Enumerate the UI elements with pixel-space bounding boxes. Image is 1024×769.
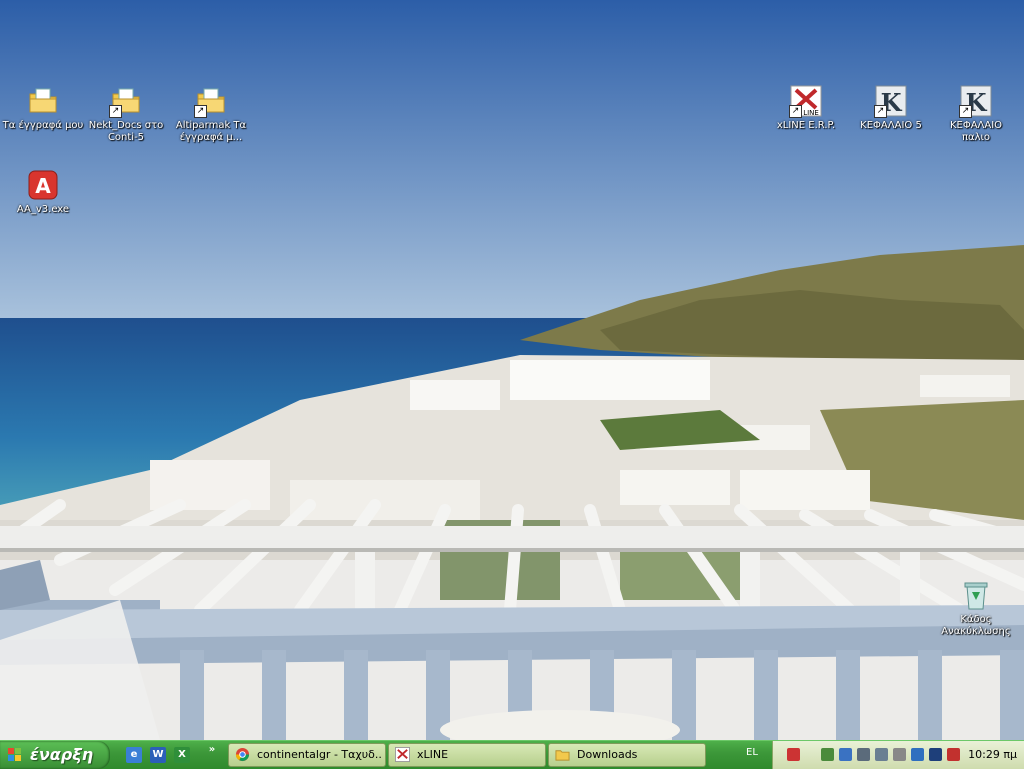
power-tray-icon[interactable]	[893, 748, 906, 761]
speaker-tray-icon[interactable]	[875, 748, 888, 761]
task-downloads-folder[interactable]: Downloads	[548, 743, 706, 767]
desktop-icon-label: Altiparmak Τα έγγραφά μ...	[175, 120, 247, 143]
update-tray-icon[interactable]	[911, 748, 924, 761]
aa-v3-exe-icon-item[interactable]: A AA_v3.exe	[0, 168, 86, 216]
taskbar: έναρξη e W X » continentalgr - Ταχυδ... …	[0, 740, 1024, 769]
excel-quicklaunch-icon[interactable]: X	[174, 747, 190, 763]
network-tray-icon[interactable]	[787, 748, 800, 761]
shortcut-arrow-icon: ↗	[789, 105, 802, 118]
shortcut-arrow-icon: ↗	[194, 105, 207, 118]
shortcut-arrow-icon: ↗	[959, 105, 972, 118]
start-label: έναρξη	[30, 745, 94, 764]
clock[interactable]: 10:29 πμ	[968, 748, 1017, 761]
desktop-icon-label: AA_v3.exe	[16, 204, 70, 215]
xline-icon	[395, 747, 410, 762]
task-label: continentalgr - Ταχυδ...	[257, 748, 381, 761]
kefalaio-5-shortcut[interactable]: K ↗ ΚΕΦΑΛΑΙΟ 5	[848, 84, 934, 132]
antivirus-tray-icon[interactable]	[929, 748, 942, 761]
network-folder-icon: ↗	[109, 84, 143, 118]
recycle-bin-icon	[959, 578, 993, 612]
ie-quicklaunch-icon[interactable]: e	[126, 747, 142, 763]
desktop-icon-label: xLINE E.R.P.	[776, 120, 836, 131]
altiparmak-docs-shortcut[interactable]: ↗ Altiparmak Τα έγγραφά μ...	[168, 84, 254, 144]
task-xline[interactable]: xLINE	[388, 743, 546, 767]
kefalaio-palio-shortcut[interactable]: K ↗ ΚΕΦΑΛΑΙΟ παλιο	[933, 84, 1019, 144]
network-folder-icon: ↗	[194, 84, 228, 118]
my-documents-icon-item[interactable]: Τα έγγραφά μου	[0, 84, 86, 132]
shortcut-arrow-icon: ↗	[109, 105, 122, 118]
word-quicklaunch-icon[interactable]: W	[150, 747, 166, 763]
windows-logo-icon	[8, 748, 22, 762]
svg-text:A: A	[35, 174, 51, 198]
svg-text:LINE: LINE	[803, 109, 819, 117]
desktop-icon-label: ΚΕΦΑΛΑΙΟ παλιο	[949, 120, 1003, 143]
desktop[interactable]: Τα έγγραφά μου ↗ Nekt_Docs στο Conti-5 ↗…	[0, 0, 1024, 740]
start-button[interactable]: έναρξη	[0, 741, 110, 769]
nekt-docs-shortcut[interactable]: ↗ Nekt_Docs στο Conti-5	[83, 84, 169, 144]
desktop-icon-label: Nekt_Docs στο Conti-5	[88, 120, 164, 143]
xline-icon: LINE ↗	[789, 84, 823, 118]
system-tray: 10:29 πμ	[772, 741, 1024, 769]
shield-tray-icon[interactable]	[947, 748, 960, 761]
security-tray-icon[interactable]	[857, 748, 870, 761]
desktop-icon-label: Τα έγγραφά μου	[2, 120, 84, 131]
language-indicator[interactable]: EL	[746, 747, 758, 758]
kefalaio-k-icon: K ↗	[874, 84, 908, 118]
desktop-icon-label: ΚΕΦΑΛΑΙΟ 5	[860, 120, 922, 131]
task-label: Downloads	[577, 748, 638, 761]
xline-erp-shortcut[interactable]: LINE ↗ xLINE E.R.P.	[763, 84, 849, 132]
recycle-bin-icon-item[interactable]: Κάδος Ανακύκλωσης	[933, 578, 1019, 638]
folder-icon	[555, 747, 570, 762]
app-a-icon: A	[26, 168, 60, 202]
quicklaunch-overflow-button[interactable]: »	[204, 742, 220, 758]
folder-documents-icon	[26, 84, 60, 118]
connection-tray-icon[interactable]	[821, 748, 834, 761]
task-label: xLINE	[417, 748, 449, 761]
desktop-icon-label: Κάδος Ανακύκλωσης	[941, 614, 1011, 637]
display-tray-icon[interactable]	[839, 748, 852, 761]
kefalaio-k-icon: K ↗	[959, 84, 993, 118]
shortcut-arrow-icon: ↗	[874, 105, 887, 118]
chrome-icon	[235, 747, 250, 762]
task-chrome-continentalgr[interactable]: continentalgr - Ταχυδ...	[228, 743, 386, 767]
